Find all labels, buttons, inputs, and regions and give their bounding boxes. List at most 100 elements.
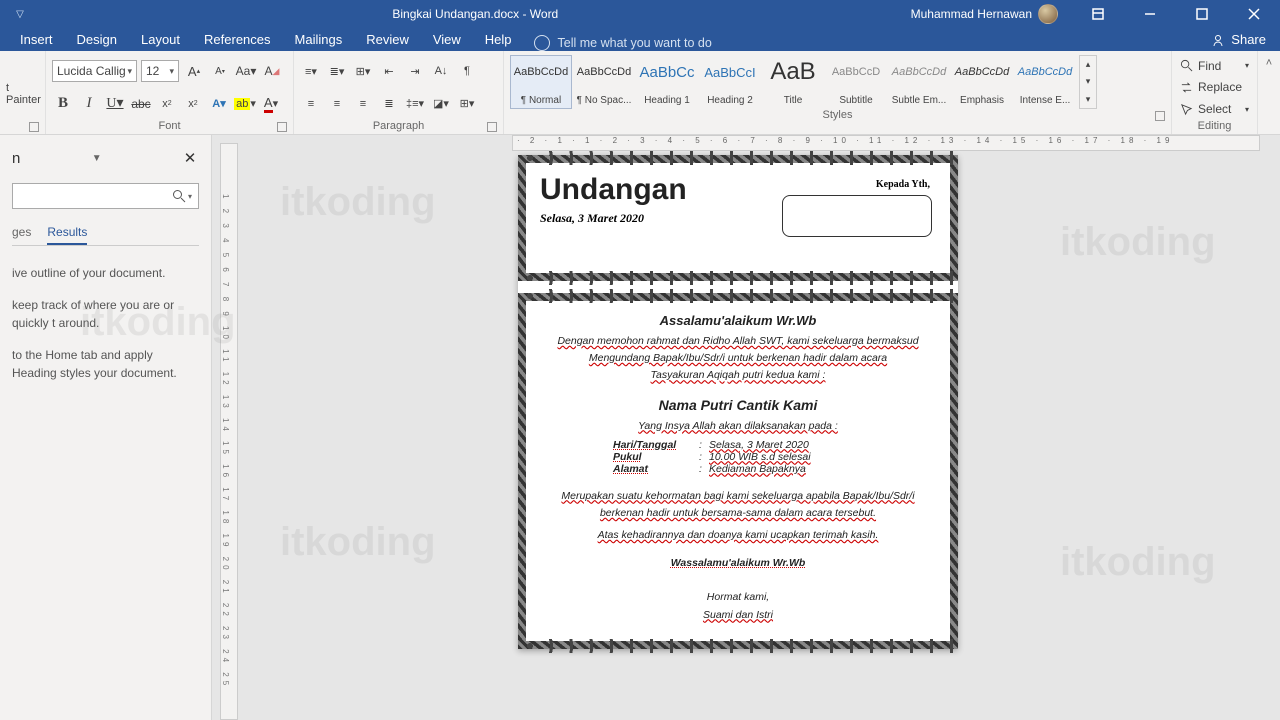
styles-scroll-down[interactable]: ▾ <box>1080 73 1096 90</box>
underline-button[interactable]: U▾ <box>104 93 126 115</box>
intro-line-2: Mengundang Bapak/Ibu/Sdr/i untuk berkena… <box>544 351 932 365</box>
font-size-value: 12 <box>146 64 159 78</box>
nav-search-input[interactable]: ▾ <box>12 183 199 209</box>
ribbon-tabs: Insert Design Layout References Mailings… <box>0 28 1280 51</box>
change-case-button[interactable]: Aa▾ <box>235 60 257 82</box>
find-label: Find <box>1198 59 1221 73</box>
text-effects-button[interactable]: A▾ <box>208 93 230 115</box>
thanks-line: Atas kehadirannya dan doanya kami ucapka… <box>544 528 932 542</box>
align-right-button[interactable]: ≡ <box>352 93 374 115</box>
salam: Assalamu'alaikum Wr.Wb <box>544 313 932 328</box>
style-tile-nospac[interactable]: AaBbCcDd¶ No Spac... <box>573 55 635 109</box>
honor-line-1: Merupakan suatu kehormatan bagi kami sek… <box>544 489 932 503</box>
clear-formatting-button[interactable]: A◢ <box>261 60 283 82</box>
collapse-ribbon-button[interactable]: ˄ <box>1258 51 1280 134</box>
font-dialog-icon[interactable] <box>277 122 287 132</box>
font-name-combo[interactable]: Lucida Callig▾ <box>52 60 137 82</box>
tell-me[interactable]: Tell me what you want to do <box>534 35 712 51</box>
document-area[interactable]: · 2 · 1 · 1 · 2 · 3 · 4 · 5 · 6 · 7 · 8 … <box>212 135 1280 720</box>
bullets-button[interactable]: ≡▾ <box>300 60 322 82</box>
highlight-button[interactable]: ab▾ <box>234 93 256 115</box>
style-tile-title[interactable]: AaBTitle <box>762 55 824 109</box>
hormat: Hormat kami, <box>544 590 932 604</box>
styles-expand[interactable]: ▾ <box>1080 91 1096 108</box>
subscript-button[interactable]: x2 <box>156 93 178 115</box>
group-paragraph: ≡▾ ≣▾ ⊞▾ ⇤ ⇥ A↓ ¶ ≡ ≡ ≡ ≣ ‡≡▾ ◪▾ ⊞▾ Para… <box>294 51 504 134</box>
tab-layout[interactable]: Layout <box>129 28 192 51</box>
select-button[interactable]: Select▾ <box>1178 100 1251 119</box>
document-title: Bingkai Undangan.docx - Word <box>40 7 911 21</box>
align-left-button[interactable]: ≡ <box>300 93 322 115</box>
nav-tab-results[interactable]: Results <box>47 221 87 245</box>
honor-line-2: berkenan hadir untuk bersama-sama dalam … <box>544 506 932 520</box>
nav-text-1: ive outline of your document. <box>12 264 199 282</box>
grow-font-button[interactable]: A▴ <box>183 60 205 82</box>
bold-button[interactable]: B <box>52 93 74 115</box>
recipient-box <box>782 195 932 237</box>
superscript-button[interactable]: x2 <box>182 93 204 115</box>
intro-line-3: Tasyakuran Aqiqah putri kedua kami : <box>544 368 932 382</box>
nav-tab-pages[interactable]: ges <box>12 221 31 245</box>
tab-design[interactable]: Design <box>65 28 129 51</box>
shrink-font-button[interactable]: A▾ <box>209 60 231 82</box>
user-account[interactable]: Muhammad Hernawan <box>911 4 1058 24</box>
share-button[interactable]: Share <box>1197 28 1280 51</box>
line-spacing-button[interactable]: ‡≡▾ <box>404 93 426 115</box>
qat-dropdown-icon[interactable]: ▽ <box>16 9 24 20</box>
share-label: Share <box>1231 32 1266 47</box>
maximize-button[interactable] <box>1180 0 1224 28</box>
clipboard-dialog-icon[interactable] <box>29 122 39 132</box>
italic-button[interactable]: I <box>78 93 100 115</box>
schedule-row: Alamat:Kediaman Bapaknya <box>613 463 863 475</box>
replace-button[interactable]: Replace <box>1178 78 1251 97</box>
format-painter-button[interactable]: t Painter <box>6 82 39 106</box>
intro-line-1: Dengan memohon rahmat dan Ridho Allah SW… <box>544 334 932 348</box>
group-font: Lucida Callig▾ 12▾ A▴ A▾ Aa▾ A◢ B I U▾ a… <box>46 51 294 134</box>
tab-review[interactable]: Review <box>354 28 421 51</box>
show-marks-button[interactable]: ¶ <box>456 60 478 82</box>
decrease-indent-button[interactable]: ⇤ <box>378 60 400 82</box>
style-tile-intensee[interactable]: AaBbCcDdIntense E... <box>1014 55 1076 109</box>
search-icon <box>172 189 186 203</box>
shading-button[interactable]: ◪▾ <box>430 93 452 115</box>
nav-close-button[interactable]: ✕ <box>181 149 199 167</box>
vertical-ruler[interactable]: 1 2 3 4 5 6 7 8 9 10 11 12 13 14 15 16 1… <box>220 143 238 720</box>
child-name: Nama Putri Cantik Kami <box>544 397 932 413</box>
invitation-body-frame: Assalamu'alaikum Wr.Wb Dengan memohon ra… <box>518 293 958 649</box>
styles-scroll-up[interactable]: ▴ <box>1080 56 1096 73</box>
schedule-row: Hari/Tanggal:Selasa, 3 Maret 2020 <box>613 439 863 451</box>
style-tile-subtitle[interactable]: AaBbCcDSubtitle <box>825 55 887 109</box>
styles-gallery[interactable]: AaBbCcDd¶ NormalAaBbCcDd¶ No Spac...AaBb… <box>510 55 1165 109</box>
sort-button[interactable]: A↓ <box>430 60 452 82</box>
font-size-combo[interactable]: 12▾ <box>141 60 179 82</box>
insya-line: Yang Insya Allah akan dilaksanakan pada … <box>638 420 838 432</box>
increase-indent-button[interactable]: ⇥ <box>404 60 426 82</box>
tab-insert[interactable]: Insert <box>8 28 65 51</box>
borders-button[interactable]: ⊞▾ <box>456 93 478 115</box>
styles-dialog-icon[interactable] <box>1155 111 1165 121</box>
style-tile-subtleem[interactable]: AaBbCcDdSubtle Em... <box>888 55 950 109</box>
justify-button[interactable]: ≣ <box>378 93 400 115</box>
horizontal-ruler[interactable]: · 2 · 1 · 1 · 2 · 3 · 4 · 5 · 6 · 7 · 8 … <box>512 135 1260 151</box>
style-tile-emphasis[interactable]: AaBbCcDdEmphasis <box>951 55 1013 109</box>
ribbon: t Painter Lucida Callig▾ 12▾ A▴ A▾ Aa▾ A… <box>0 51 1280 135</box>
multilevel-button[interactable]: ⊞▾ <box>352 60 374 82</box>
nav-dropdown-icon[interactable]: ▼ <box>88 153 106 164</box>
ribbon-display-icon[interactable] <box>1076 0 1120 28</box>
tab-references[interactable]: References <box>192 28 282 51</box>
close-button[interactable] <box>1232 0 1276 28</box>
style-tile-normal[interactable]: AaBbCcDd¶ Normal <box>510 55 572 109</box>
paragraph-dialog-icon[interactable] <box>487 122 497 132</box>
align-center-button[interactable]: ≡ <box>326 93 348 115</box>
font-color-button[interactable]: A▾ <box>260 93 282 115</box>
page[interactable]: Undangan Selasa, 3 Maret 2020 Kepada Yth… <box>518 155 958 649</box>
style-tile-heading2[interactable]: AaBbCcIHeading 2 <box>699 55 761 109</box>
style-tile-heading1[interactable]: AaBbCcHeading 1 <box>636 55 698 109</box>
tab-help[interactable]: Help <box>473 28 524 51</box>
strikethrough-button[interactable]: abc <box>130 93 152 115</box>
tab-mailings[interactable]: Mailings <box>283 28 355 51</box>
minimize-button[interactable] <box>1128 0 1172 28</box>
tab-view[interactable]: View <box>421 28 473 51</box>
numbering-button[interactable]: ≣▾ <box>326 60 348 82</box>
find-button[interactable]: Find▾ <box>1178 56 1251 75</box>
